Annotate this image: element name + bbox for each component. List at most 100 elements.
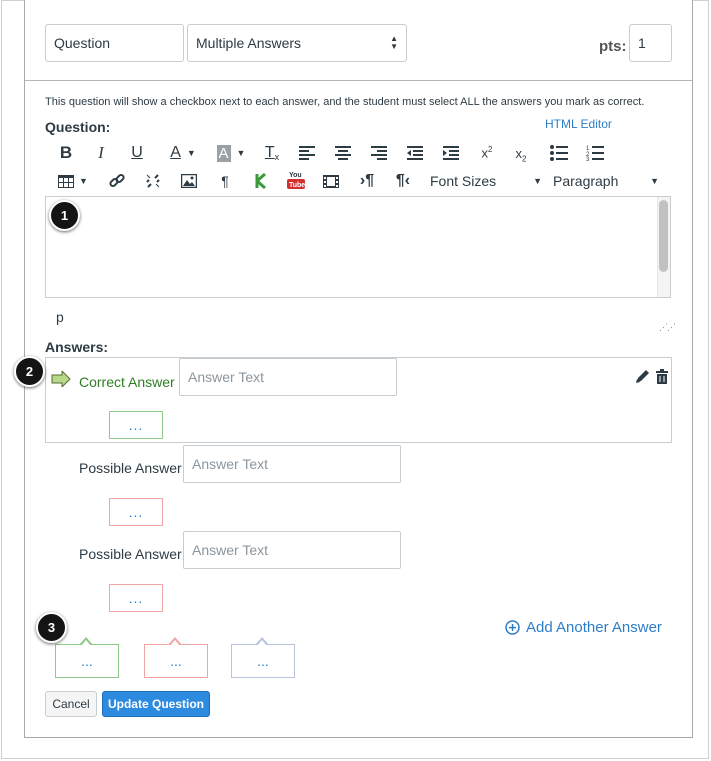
unlink-icon	[146, 174, 160, 188]
unlink-button[interactable]	[143, 171, 163, 191]
comment-dots: ...	[128, 590, 144, 606]
numbered-list-icon: 123	[586, 146, 604, 161]
clear-formatting-button[interactable]: Tx	[263, 143, 281, 163]
bullet-list-button[interactable]	[549, 143, 569, 163]
ltr-button[interactable]: ›¶	[357, 171, 377, 191]
comment-dots: ...	[128, 504, 144, 520]
caret-down-icon: ▼	[186, 148, 196, 158]
outdent-button[interactable]	[405, 143, 425, 163]
rtl-button[interactable]: ¶‹	[393, 171, 413, 191]
possible-answer-input[interactable]: Answer Text	[183, 531, 401, 569]
pencil-icon[interactable]	[635, 369, 650, 384]
background-color-icon: A	[216, 144, 231, 162]
add-another-answer-link[interactable]: Add Another Answer	[505, 619, 662, 636]
html-editor-link[interactable]: HTML Editor	[545, 117, 612, 131]
possible-answer-input[interactable]: Answer Text	[183, 445, 401, 483]
possible-answer-label: Possible Answer	[79, 546, 182, 562]
youtube-icon: You Tube	[287, 172, 305, 189]
marker-number: 3	[47, 620, 56, 635]
answer-comment-button[interactable]: ...	[109, 498, 163, 526]
question-name-value: Question	[54, 35, 111, 51]
callout-marker-1: 1	[49, 200, 80, 231]
rtl-icon: ¶‹	[395, 172, 411, 189]
clear-x-icon: x	[274, 152, 280, 162]
subscript-icon: x2	[515, 146, 527, 164]
align-left-button[interactable]	[297, 143, 317, 163]
text-color-button[interactable]: A ▼	[165, 143, 201, 163]
editor-scrollbar[interactable]	[659, 200, 668, 272]
youtube-button[interactable]: You Tube	[285, 170, 307, 190]
caret-down-icon: ▼	[79, 176, 88, 186]
film-icon	[323, 174, 339, 188]
cancel-label: Cancel	[52, 697, 90, 711]
bold-icon: B	[59, 143, 73, 162]
underline-icon: U	[131, 144, 143, 161]
question-type-select[interactable]: Multiple Answers ▲ ▼	[187, 24, 407, 62]
correct-answer-input[interactable]: Answer Text	[179, 358, 397, 396]
correct-comment-bubble[interactable]: ...	[55, 637, 119, 678]
correct-answer-label: Correct Answer	[79, 374, 175, 390]
add-another-answer-label: Add Another Answer	[526, 619, 662, 636]
table-button[interactable]: ▼	[57, 171, 89, 191]
callout-marker-2: 2	[14, 356, 45, 387]
bold-button[interactable]: B	[57, 143, 75, 163]
update-question-label: Update Question	[107, 697, 204, 711]
question-type-value: Multiple Answers	[196, 35, 302, 51]
incorrect-comment-bubble[interactable]: ...	[144, 637, 208, 678]
pts-label: pts:	[599, 38, 627, 55]
caret-down-icon: ▼	[650, 176, 659, 186]
answer-comment-button[interactable]: ...	[109, 411, 163, 439]
align-right-button[interactable]	[369, 143, 389, 163]
comment-dots: ...	[257, 653, 269, 669]
bullet-list-icon	[550, 145, 568, 161]
caret-down-icon: ▼	[533, 176, 542, 186]
link-button[interactable]	[107, 171, 127, 191]
italic-button[interactable]: I	[93, 143, 109, 163]
table-icon	[58, 174, 75, 188]
resize-handle-icon[interactable]: ⋰⋰	[659, 322, 676, 333]
answer-placeholder: Answer Text	[192, 542, 268, 558]
correct-arrow-icon[interactable]	[51, 371, 71, 387]
kaltura-k-icon	[255, 173, 266, 189]
update-question-button[interactable]: Update Question	[102, 691, 210, 717]
trash-icon[interactable]	[656, 369, 668, 384]
image-button[interactable]	[179, 171, 199, 191]
superscript-icon: x2	[481, 145, 493, 161]
kaltura-button[interactable]	[251, 171, 271, 191]
answers-label: Answers:	[45, 339, 109, 355]
italic-icon: I	[98, 143, 104, 162]
link-icon	[109, 173, 125, 188]
comment-dots: ...	[128, 417, 144, 433]
answer-comment-button[interactable]: ...	[109, 584, 163, 612]
neutral-comment-bubble[interactable]: ...	[231, 637, 295, 678]
callout-marker-3: 3	[36, 612, 67, 643]
underline-button[interactable]: U	[129, 143, 145, 163]
paragraph-format-select[interactable]: Paragraph ▼	[553, 171, 659, 191]
font-sizes-select[interactable]: Font Sizes ▼	[430, 171, 542, 191]
answer-placeholder: Answer Text	[192, 456, 268, 472]
editor-scroll-track[interactable]	[657, 197, 670, 297]
question-header: Question Multiple Answers ▲ ▼ pts: 1	[25, 0, 692, 81]
cancel-button[interactable]: Cancel	[45, 691, 97, 717]
superscript-button[interactable]: x2	[477, 143, 497, 163]
comment-dots: ...	[81, 653, 93, 669]
media-button[interactable]	[321, 171, 341, 191]
indent-button[interactable]	[441, 143, 461, 163]
editor-path: p	[56, 309, 64, 325]
align-center-button[interactable]	[333, 143, 353, 163]
image-icon	[181, 174, 197, 188]
comment-dots: ...	[170, 653, 182, 669]
numbered-list-button[interactable]: 123	[585, 143, 605, 163]
svg-text:3: 3	[586, 157, 590, 161]
background-color-button[interactable]: A ▼	[213, 143, 249, 163]
paragraph-format-label: Paragraph	[553, 173, 619, 189]
question-editor[interactable]	[45, 196, 671, 298]
plus-circle-icon	[505, 620, 520, 635]
question-panel: Question Multiple Answers ▲ ▼ pts: 1 This…	[24, 0, 693, 738]
points-input[interactable]: 1	[629, 24, 672, 62]
paragraph-mark-button[interactable]: ¶	[215, 171, 235, 191]
question-name-input[interactable]: Question	[45, 24, 184, 62]
subscript-button[interactable]: x2	[511, 145, 531, 165]
select-arrows-icon: ▲ ▼	[390, 34, 398, 51]
outdent-icon	[407, 146, 423, 160]
